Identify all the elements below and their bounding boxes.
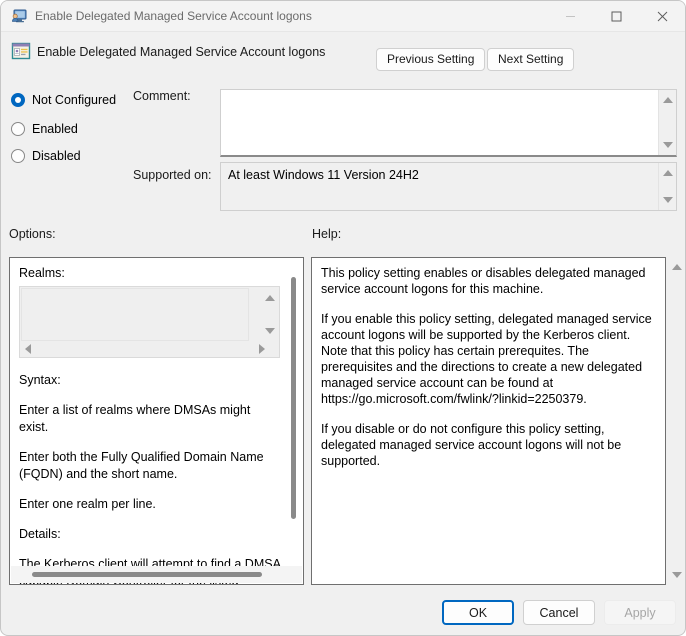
help-vertical-scrollbar[interactable] [667,257,686,585]
triangle-right-icon[interactable] [259,344,265,354]
radio-indicator [11,122,25,136]
help-paragraph: This policy setting enables or disables … [321,265,657,297]
help-panel: This policy setting enables or disables … [311,257,666,585]
syntax-details-text: Syntax: Enter a list of realms where DMS… [19,372,281,584]
triangle-down-icon[interactable] [663,197,673,203]
help-panel-content: This policy setting enables or disables … [312,258,665,584]
triangle-down-icon[interactable] [663,142,673,148]
options-panel-content: Realms: Syntax: Enter a list of realms w… [10,258,303,584]
page-title: Enable Delegated Managed Service Account… [37,45,325,59]
radio-label: Enabled [32,122,78,136]
options-horizontal-scrollbar[interactable] [11,566,302,583]
triangle-up-icon[interactable] [672,264,682,270]
minimize-button[interactable] [547,1,593,32]
close-icon [657,11,668,22]
options-vertical-scrollbar[interactable] [285,259,302,566]
syntax-paragraph: Enter both the Fully Qualified Domain Na… [19,449,281,483]
next-setting-button[interactable]: Next Setting [487,48,574,71]
triangle-down-icon[interactable] [672,572,682,578]
maximize-button[interactable] [593,1,639,32]
help-label: Help: [312,227,341,241]
policy-setting-dialog: Enable Delegated Managed Service Account… [0,0,686,636]
supported-on-scrollbar[interactable] [658,163,676,210]
options-hscroll-thumb[interactable] [32,572,262,577]
radio-indicator [11,149,25,163]
realms-label: Realms: [19,266,282,280]
radio-not-configured[interactable]: Not Configured [11,91,116,109]
realms-textbox[interactable] [19,286,280,358]
triangle-left-icon[interactable] [25,344,31,354]
close-button[interactable] [639,1,685,32]
triangle-down-icon[interactable] [265,328,275,334]
comment-label: Comment: [133,89,191,103]
triangle-up-icon[interactable] [265,295,275,301]
syntax-paragraph: Enter one realm per line. [19,496,281,513]
policy-setting-document-icon [11,41,31,61]
help-paragraph: If you disable or do not configure this … [321,421,657,469]
options-body: Realms: Syntax: Enter a list of realms w… [10,258,282,584]
options-label: Options: [9,227,56,241]
supported-on-field: At least Windows 11 Version 24H2 [220,162,677,211]
cancel-button[interactable]: Cancel [523,600,595,625]
dialog-header: Enable Delegated Managed Service Account… [1,32,685,76]
radio-label: Not Configured [32,93,116,107]
syntax-paragraph: Syntax: [19,372,281,389]
radio-enabled[interactable]: Enabled [11,120,78,138]
radio-label: Disabled [32,149,81,163]
supported-on-value: At least Windows 11 Version 24H2 [221,163,658,210]
radio-indicator [11,93,25,107]
minimize-icon [565,11,576,22]
realms-text-area[interactable] [21,288,249,341]
options-scroll-thumb[interactable] [291,277,296,519]
supported-on-label: Supported on: [133,168,212,182]
comment-value[interactable] [221,90,658,155]
computer-user-monitor-icon [11,8,27,24]
ok-button[interactable]: OK [442,600,514,625]
radio-disabled[interactable]: Disabled [11,147,81,165]
triangle-up-icon[interactable] [663,170,673,176]
titlebar: Enable Delegated Managed Service Account… [1,1,685,32]
realms-vertical-scrollbar[interactable] [261,288,278,341]
apply-button[interactable]: Apply [604,600,676,625]
window-title: Enable Delegated Managed Service Account… [35,9,547,23]
previous-setting-button[interactable]: Previous Setting [376,48,485,71]
realms-horizontal-scrollbar[interactable] [21,341,269,356]
help-body: This policy setting enables or disables … [312,258,665,483]
syntax-paragraph: Details: [19,526,281,543]
maximize-icon [611,11,622,22]
help-paragraph: If you enable this policy setting, deleg… [321,311,657,407]
options-panel: Realms: Syntax: Enter a list of realms w… [9,257,304,585]
triangle-up-icon[interactable] [663,97,673,103]
syntax-paragraph: Enter a list of realms where DMSAs might… [19,402,281,436]
window-controls [547,1,685,32]
comment-field[interactable] [220,89,677,157]
comment-scrollbar[interactable] [658,90,676,155]
